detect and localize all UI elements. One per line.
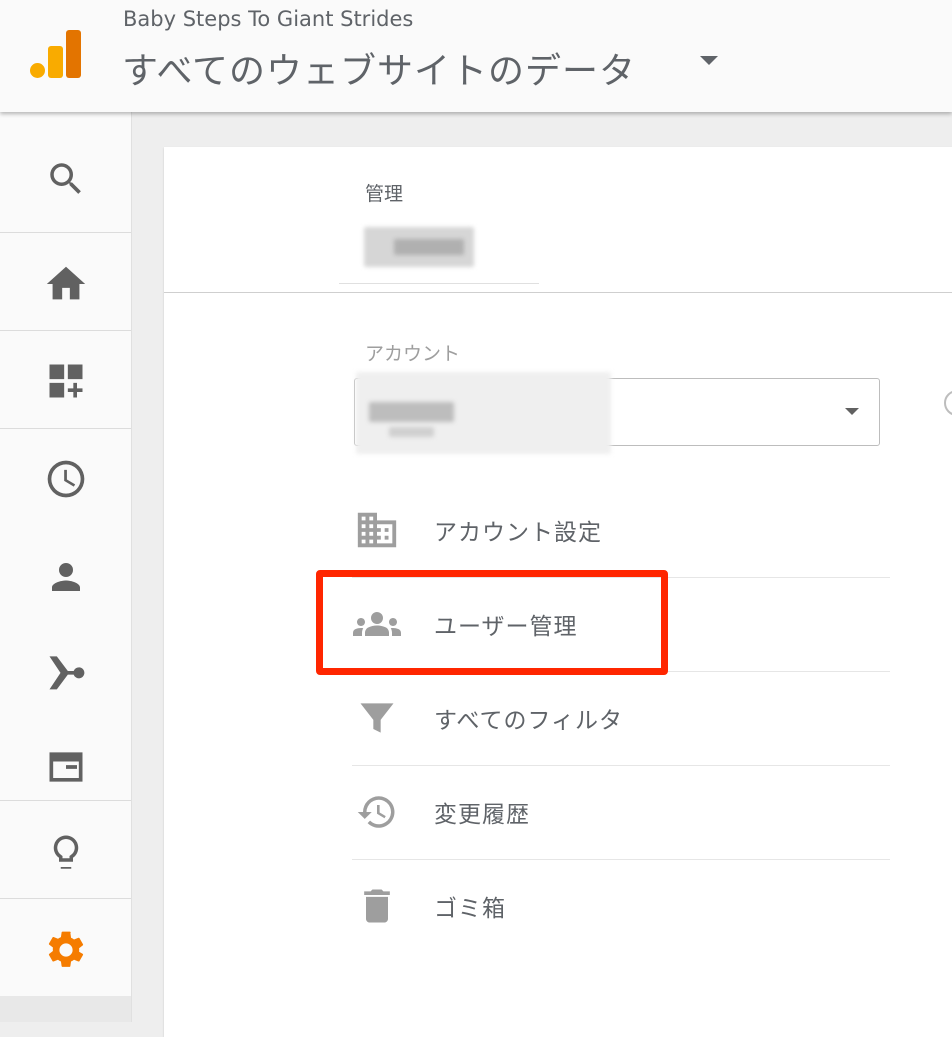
discover-lightbulb-icon [53,835,78,869]
help-icon[interactable] [944,390,952,416]
section-divider [164,292,952,293]
nav-discover[interactable] [0,806,131,900]
top-app-bar: Baby Steps To Giant Strides すべてのウェブサイトのデ… [0,0,952,112]
customization-icon [49,364,82,398]
chevron-down-icon [845,408,859,415]
nav-customization[interactable] [0,334,131,428]
home-icon [46,266,85,300]
analytics-logo[interactable] [30,30,82,78]
sidebar-footer [0,996,131,1022]
audience-person-icon [51,563,80,591]
left-navigation [0,112,132,1022]
chevron-down-icon[interactable] [700,56,718,65]
menu-label: 変更履歴 [434,802,530,828]
account-name: Baby Steps To Giant Strides [123,7,414,31]
trash-icon [364,889,390,923]
property-selector[interactable]: すべてのウェブサイトのデータ [122,42,636,94]
nav-realtime[interactable] [0,432,131,526]
menu-trash[interactable]: ゴミ箱 [352,859,890,953]
nav-search[interactable] [0,132,131,226]
building-icon [357,512,397,548]
admin-section-label: 管理 [365,183,404,205]
menu-label: すべてのフィルタ [434,708,624,734]
acquisition-icon [49,656,84,690]
menu-account-settings[interactable]: アカウント設定 [352,483,890,577]
history-icon [357,796,395,828]
filter-icon [360,703,394,733]
admin-gear-icon [48,931,83,967]
highlight-box [316,570,668,675]
menu-all-filters[interactable]: すべてのフィルタ [352,671,890,765]
menu-label: アカウント設定 [434,520,602,546]
admin-panel: 管理 アカウント アカウント設定 ユーザー管理 すべてのフィルタ 変更履歴 ゴミ… [164,147,952,1037]
nav-home[interactable] [0,238,131,330]
account-label: アカウント [365,343,461,365]
menu-change-history[interactable]: 変更履歴 [352,765,890,859]
realtime-clock-icon [47,460,84,498]
menu-label: ゴミ箱 [434,896,506,922]
search-icon [49,163,81,194]
nav-admin[interactable] [0,904,131,996]
nav-acquisition[interactable] [0,624,131,718]
behavior-icon [49,752,82,782]
nav-audience[interactable] [0,530,131,624]
